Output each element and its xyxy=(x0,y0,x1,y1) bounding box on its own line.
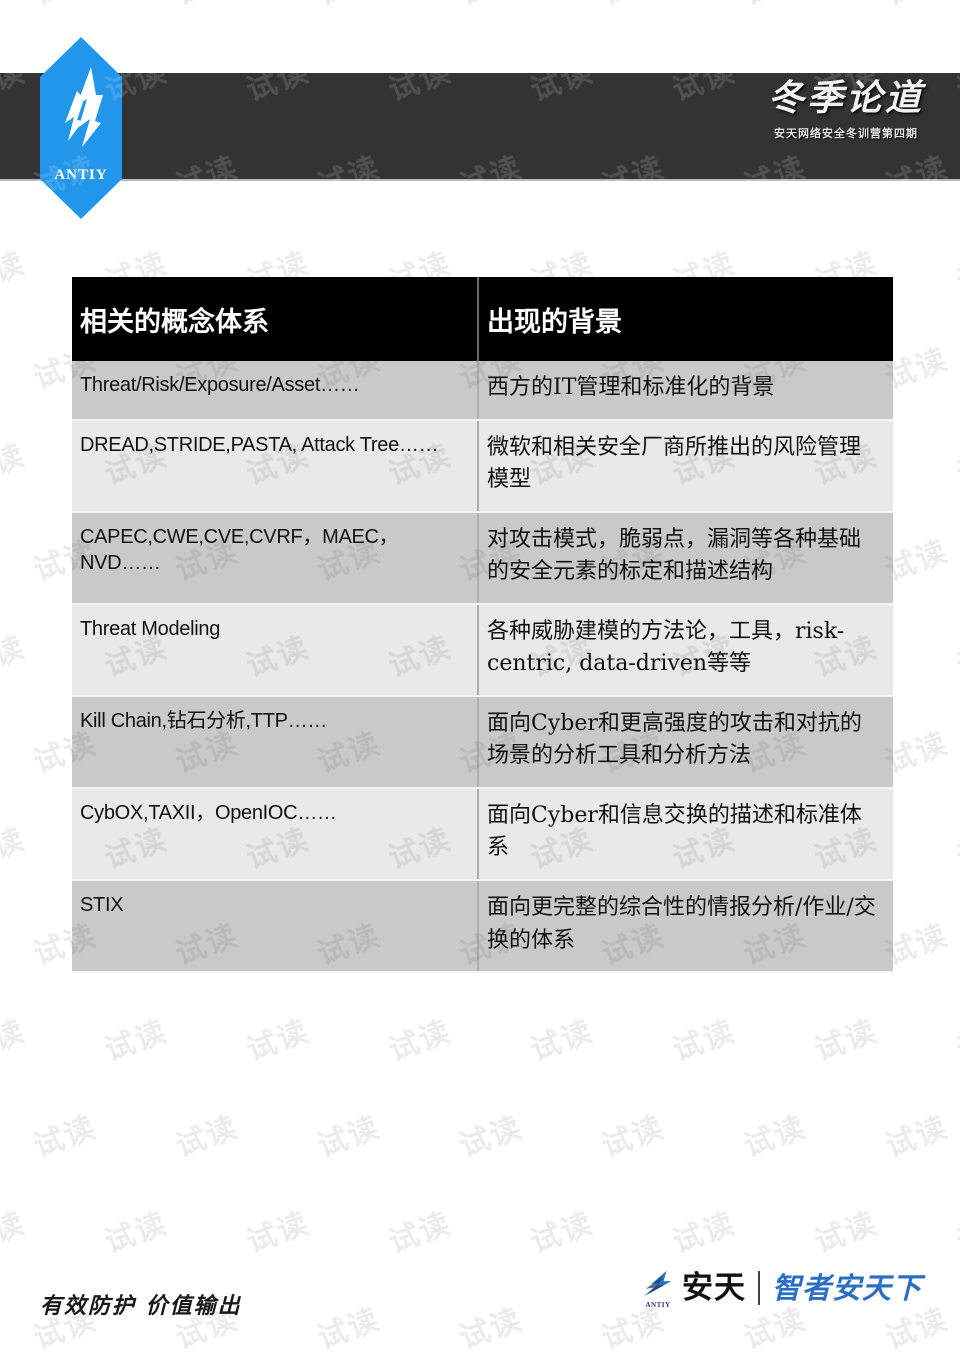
footer-logo-sub: ANTIY xyxy=(645,1301,671,1309)
footer-antiy-logo: ANTIY 安天 智者安天下 xyxy=(641,1268,922,1309)
watermark-text: 试读 xyxy=(0,245,31,301)
watermark-text: 试读 xyxy=(29,1109,102,1165)
watermark-text: 试读 xyxy=(0,629,31,685)
footer-wing-icon: ANTIY xyxy=(641,1268,675,1309)
cell-term: Threat Modeling xyxy=(72,603,479,697)
table-row: CybOX,TAXII，OpenIOC…… 面向Cyber和信息交换的描述和标准… xyxy=(72,787,893,882)
watermark-text: 试读 xyxy=(452,0,527,14)
watermark-text: 试读 xyxy=(384,1205,457,1261)
antiy-logo-badge: ANTIY xyxy=(40,37,122,219)
watermark-text: 试读 xyxy=(952,821,960,877)
cell-term: Kill Chain,钻石分析,TTP…… xyxy=(72,695,479,789)
column-header-background: 出现的背景 xyxy=(478,277,893,361)
footer-wing-glyph xyxy=(643,1270,672,1297)
watermark-text: 试读 xyxy=(526,1013,599,1069)
watermark-text: 试读 xyxy=(952,1013,960,1069)
watermark-text: 试读 xyxy=(952,1205,960,1261)
calligraphy-subtitle: 安天网络安全冬训营第四期 xyxy=(773,127,918,140)
table-header-row: 相关的概念体系 出现的背景 xyxy=(72,277,893,361)
header-underline xyxy=(0,179,960,181)
watermark-text: 试读 xyxy=(100,1205,173,1261)
watermark-text: 试读 xyxy=(310,0,385,14)
header-calligraphy-title: 冬季论道 安天网络安全冬训营第四期 xyxy=(768,80,924,141)
cell-term: STIX xyxy=(72,880,479,974)
watermark-text: 试读 xyxy=(526,1205,599,1261)
footer-slogan: 有效防护 价值输出 xyxy=(40,1293,242,1319)
watermark-text: 试读 xyxy=(0,1013,31,1069)
watermark-text: 试读 xyxy=(384,1013,457,1069)
watermark-text: 试读 xyxy=(952,245,960,301)
cell-background: 微软和相关安全厂商所推出的风险管理模型 xyxy=(478,419,893,513)
watermark-text: 试读 xyxy=(242,1013,315,1069)
watermark-text: 试读 xyxy=(171,1109,244,1165)
watermark-text: 试读 xyxy=(739,1109,812,1165)
table-row: CAPEC,CWE,CVE,CVRF，MAEC，NVD…… 对攻击模式，脆弱点，… xyxy=(72,511,893,605)
cell-background: 对攻击模式，脆弱点，漏洞等各种基础的安全元素的标定和描述结构 xyxy=(478,511,893,605)
watermark-text: 试读 xyxy=(810,1013,883,1069)
cell-term: DREAD,STRIDE,PASTA, Attack Tree…… xyxy=(72,419,479,513)
cell-background: 各种威胁建模的方法论，工具，risk-centric, data-driven等… xyxy=(478,603,893,697)
watermark-text: 试读 xyxy=(26,0,101,14)
watermark-text: 试读 xyxy=(736,0,811,14)
antiy-logo-text: ANTIY xyxy=(54,167,108,183)
footer-logo-tagline: 智者安天下 xyxy=(771,1270,922,1305)
watermark-text: 试读 xyxy=(952,437,960,493)
concept-system-table: 相关的概念体系 出现的背景 Threat/Risk/Exposure/Asset… xyxy=(72,277,893,974)
table-row: Threat Modeling 各种威胁建模的方法论，工具，risk-centr… xyxy=(72,603,893,697)
watermark-text: 试读 xyxy=(313,1301,386,1357)
cell-term: CAPEC,CWE,CVE,CVRF，MAEC，NVD…… xyxy=(72,511,479,605)
watermark-text: 试读 xyxy=(668,1205,741,1261)
watermark-text: 试读 xyxy=(100,1013,173,1069)
watermark-text: 试读 xyxy=(0,821,31,877)
cell-term: Threat/Risk/Exposure/Asset…… xyxy=(72,361,479,421)
footer-logo-name: 安天 xyxy=(681,1269,746,1306)
watermark-text: 试读 xyxy=(455,1301,528,1357)
cell-background: 面向Cyber和更高强度的攻击和对抗的场景的分析工具和分析方法 xyxy=(478,695,893,789)
cell-background: 面向Cyber和信息交换的描述和标准体系 xyxy=(478,787,893,882)
table-row: Kill Chain,钻石分析,TTP…… 面向Cyber和更高强度的攻击和对抗… xyxy=(72,695,893,789)
watermark-text: 试读 xyxy=(313,1109,386,1165)
watermark-text: 试读 xyxy=(810,1205,883,1261)
watermark-text: 试读 xyxy=(878,0,953,14)
watermark-text: 试读 xyxy=(668,1013,741,1069)
table-row: STIX 面向更完整的综合性的情报分析/作业/交换的体系 xyxy=(72,880,893,974)
table-row: DREAD,STRIDE,PASTA, Attack Tree…… 微软和相关安… xyxy=(72,419,893,513)
column-header-concept: 相关的概念体系 xyxy=(72,277,479,361)
watermark-text: 试读 xyxy=(0,1205,31,1261)
antiy-wing-icon xyxy=(65,67,103,147)
watermark-text: 试读 xyxy=(594,0,669,14)
watermark-text: 试读 xyxy=(597,1109,670,1165)
watermark-text: 试读 xyxy=(455,1109,528,1165)
cell-background: 面向更完整的综合性的情报分析/作业/交换的体系 xyxy=(478,880,893,974)
watermark-text: 试读 xyxy=(168,0,243,14)
footer-logo-divider xyxy=(757,1271,760,1305)
watermark-text: 试读 xyxy=(242,1205,315,1261)
cell-background: 西方的IT管理和标准化的背景 xyxy=(478,361,893,421)
cell-term: CybOX,TAXII，OpenIOC…… xyxy=(72,787,479,882)
table-row: Threat/Risk/Exposure/Asset…… 西方的IT管理和标准化… xyxy=(72,361,893,421)
calligraphy-main-text: 冬季论道 xyxy=(767,77,924,119)
watermark-text: 试读 xyxy=(952,629,960,685)
watermark-text: 试读 xyxy=(881,1109,954,1165)
watermark-text: 试读 xyxy=(0,437,31,493)
